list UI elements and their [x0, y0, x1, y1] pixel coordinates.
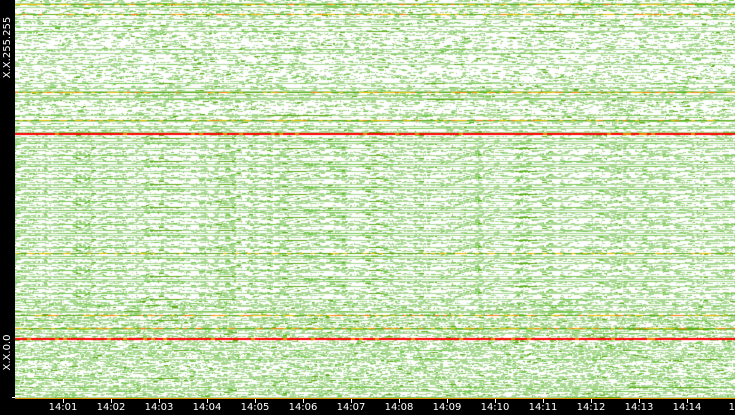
x-axis: 14:01 14:02 14:03 14:04 14:05 14:06 14:07 14:08… [15, 398, 735, 415]
x-tick-label: 14:06 [288, 402, 318, 413]
x-tick-label: 14:05 [240, 402, 270, 413]
x-tick-label: 14:14 [672, 402, 702, 413]
y-axis: X.X.255.255 X.X.0.0 [0, 0, 15, 398]
x-tick-label: 14:08 [384, 402, 414, 413]
x-tick-label: 14:04 [192, 402, 222, 413]
y-label-bottom: X.X.0.0 [2, 334, 13, 371]
x-tick-label: 14 [728, 402, 735, 413]
x-tick-label: 14:01 [48, 402, 78, 413]
heatmap-plot-area[interactable] [15, 0, 735, 398]
traffic-heatmap: X.X.255.255 X.X.0.0 14:01 14:02 14:03 14:04… [0, 0, 735, 415]
x-tick-label: 14:11 [528, 402, 558, 413]
x-tick-label: 14:09 [432, 402, 462, 413]
x-tick-label: 14:03 [144, 402, 174, 413]
x-tick-label: 14:02 [96, 402, 126, 413]
x-tick-label: 14:12 [576, 402, 606, 413]
x-tick-label: 14:10 [480, 402, 510, 413]
x-tick-label: 14:13 [624, 402, 654, 413]
x-tick-label: 14:07 [336, 402, 366, 413]
y-label-top: X.X.255.255 [2, 16, 13, 79]
